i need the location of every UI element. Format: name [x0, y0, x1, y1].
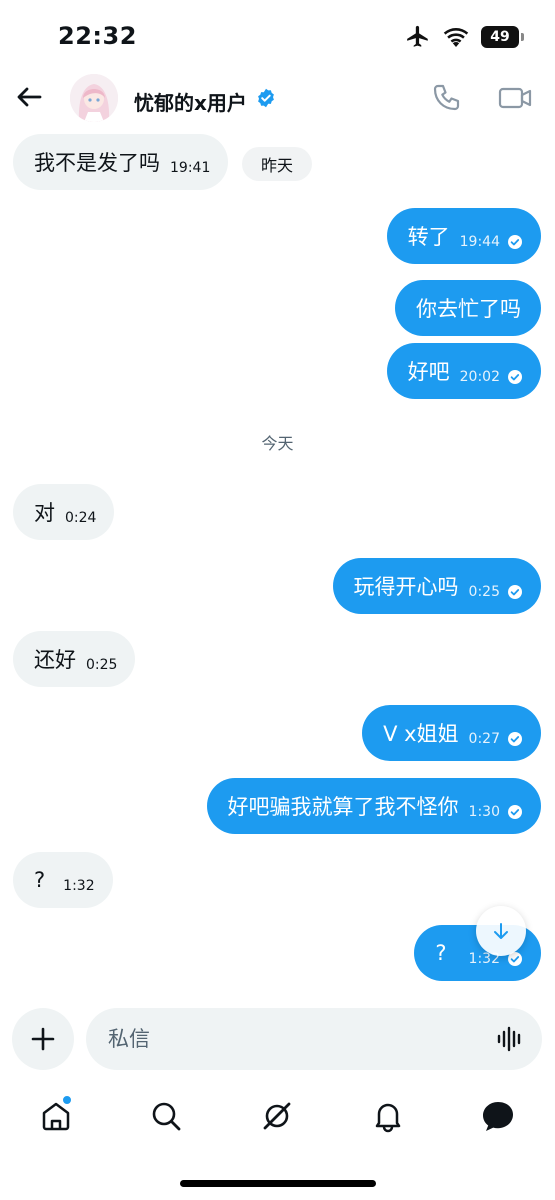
verified-badge-icon: [258, 88, 274, 108]
message-time: 0:27: [468, 731, 500, 747]
message-time: 19:44: [459, 234, 500, 250]
day-separator-today: 今天: [261, 434, 294, 453]
message-text: 转了: [407, 225, 450, 249]
voice-call-button[interactable]: [430, 82, 462, 114]
add-attachment-button[interactable]: [12, 1008, 74, 1070]
message-time: 0:25: [86, 657, 118, 673]
waveform-icon: [497, 1026, 521, 1052]
message-bubble[interactable]: 玩得开心吗 0:25: [332, 558, 541, 614]
message-bubble[interactable]: 转了 19:44: [386, 208, 541, 264]
tab-grok[interactable]: [257, 1096, 297, 1136]
message-text: V x姐姐: [383, 722, 459, 746]
home-indicator: [180, 1180, 376, 1187]
message-bubble[interactable]: 好吧 20:02: [386, 343, 541, 399]
message-text: 我不是发了吗: [34, 151, 160, 175]
voice-message-button[interactable]: [496, 1026, 524, 1052]
scroll-to-bottom-button[interactable]: [476, 906, 526, 956]
avatar-image: [70, 74, 118, 122]
status-icons: 49: [405, 22, 524, 52]
status-bar: 22:32 49: [0, 0, 555, 70]
message-bubble[interactable]: 你去忙了吗: [395, 280, 541, 336]
message-time: 1:30: [468, 804, 500, 820]
message-text: ?: [435, 941, 447, 965]
status-time: 22:32: [58, 22, 137, 50]
message-bubble[interactable]: 还好 0:25: [13, 631, 136, 687]
message-text: 好吧: [407, 360, 450, 384]
day-separator-yesterday: 昨天: [242, 147, 312, 181]
avatar[interactable]: [70, 74, 118, 122]
phone-icon: [433, 84, 460, 111]
message-text: 你去忙了吗: [416, 297, 521, 321]
bell-icon: [375, 1103, 401, 1133]
message-time: 0:24: [65, 510, 97, 526]
message-text: 对: [34, 501, 55, 525]
message-list[interactable]: 我不是发了吗 19:41 昨天 转了 19:44 你去忙了吗 好吧 20:02 …: [0, 128, 555, 998]
wifi-icon: [443, 28, 469, 47]
video-camera-icon: [498, 87, 532, 109]
read-check-icon: [508, 732, 522, 746]
airplane-mode-icon: [407, 25, 428, 47]
message-time: 19:41: [170, 160, 211, 176]
search-icon: [152, 1102, 181, 1131]
read-check-icon: [508, 235, 522, 249]
chat-header: 忧郁的x用户: [0, 70, 555, 128]
tab-messages[interactable]: [478, 1096, 518, 1136]
back-button[interactable]: [14, 82, 44, 112]
message-time: 20:02: [459, 369, 500, 385]
tab-notifications[interactable]: [368, 1096, 408, 1136]
message-text: 还好: [34, 648, 76, 672]
battery-level: 49: [490, 29, 510, 45]
message-text: ?: [34, 868, 46, 892]
message-time: 1:32: [63, 878, 95, 894]
message-time: 0:25: [468, 584, 500, 600]
message-bubble[interactable]: 对 0:24: [13, 484, 115, 540]
message-bubble[interactable]: ? 1:32: [13, 852, 113, 908]
message-text: 好吧骗我就算了我不怪你: [227, 795, 459, 819]
message-bubble[interactable]: 我不是发了吗 19:41: [13, 134, 229, 190]
read-check-icon: [508, 585, 522, 599]
grok-icon: [263, 1102, 291, 1130]
read-check-icon: [508, 370, 522, 384]
message-composer: [86, 1008, 542, 1070]
contact-name[interactable]: 忧郁的x用户: [134, 87, 247, 116]
message-bubble[interactable]: 好吧骗我就算了我不怪你 1:30: [206, 778, 541, 834]
arrow-left-icon: [17, 87, 42, 107]
tab-search[interactable]: [146, 1096, 186, 1136]
message-bubble[interactable]: V x姐姐 0:27: [362, 705, 541, 761]
read-check-icon: [508, 805, 522, 819]
plus-icon: [31, 1027, 55, 1051]
message-input[interactable]: [108, 1008, 488, 1070]
video-call-button[interactable]: [497, 82, 533, 114]
messages-icon: [483, 1102, 513, 1131]
home-notification-dot: [62, 1095, 72, 1105]
arrow-down-icon: [494, 923, 508, 939]
message-text: 玩得开心吗: [353, 575, 459, 599]
battery-indicator: 49: [481, 26, 524, 48]
